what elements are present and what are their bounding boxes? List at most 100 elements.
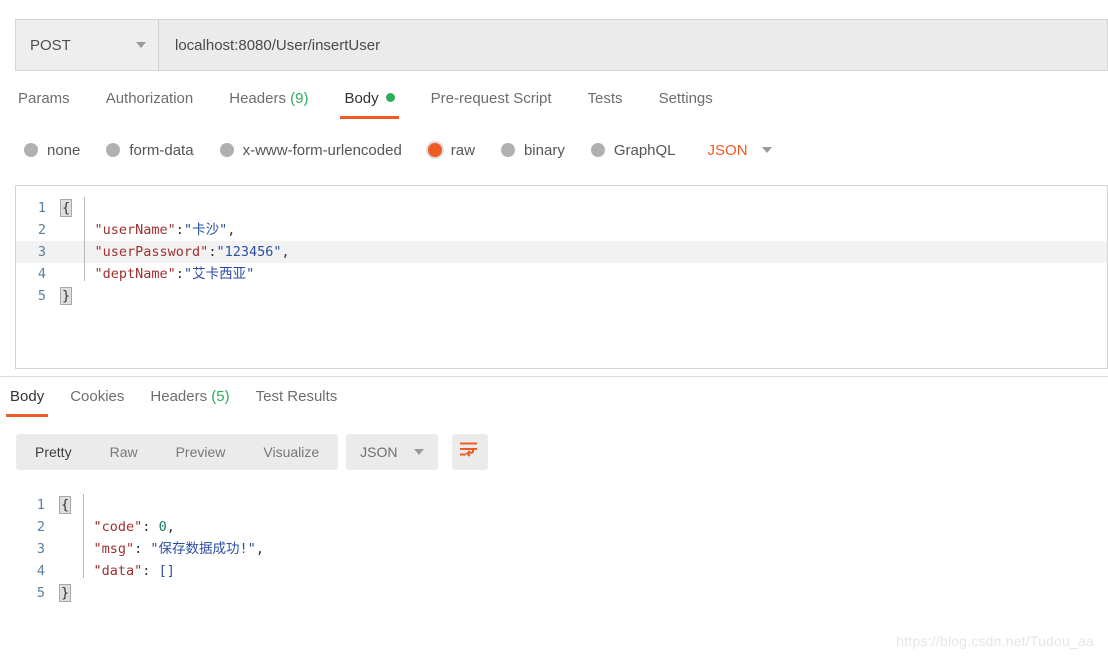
code-token-s: "保存数据成功!": [150, 541, 256, 557]
code-token-p: :: [175, 266, 184, 282]
tab-label: Body: [10, 388, 45, 405]
code-token-p: ,: [166, 519, 175, 535]
radio-unselected-icon[interactable]: [590, 143, 605, 157]
response-view-preview[interactable]: Preview: [157, 434, 245, 470]
code-token-p: :: [134, 541, 151, 557]
line-number: 1: [37, 200, 46, 216]
radio-unselected-icon[interactable]: [106, 143, 121, 157]
code-token-k: "deptName": [94, 266, 176, 282]
body-type-none[interactable]: none: [24, 142, 80, 159]
response-tab-cookies[interactable]: Cookies: [70, 386, 124, 417]
code-line: 1{: [15, 494, 1108, 516]
tab-tests[interactable]: Tests: [588, 88, 623, 119]
code-token-brace: {: [60, 199, 73, 217]
response-tab-body[interactable]: Body: [5, 386, 49, 417]
request-body-editor[interactable]: 1{2 "userName":"卡沙", 3 "userPassword":"12…: [15, 185, 1108, 369]
body-present-indicator-icon: [385, 93, 395, 102]
tab-settings[interactable]: Settings: [659, 88, 713, 119]
tab-count-badge: (5): [207, 388, 230, 405]
code-token-s: []: [158, 563, 175, 579]
body-type-x-www-form-urlencoded[interactable]: x-www-form-urlencoded: [219, 141, 402, 159]
code-token-brace: }: [59, 584, 72, 602]
code-text: {: [60, 197, 73, 219]
code-token-p: [62, 266, 95, 282]
body-type-graphql[interactable]: GraphQL: [590, 142, 676, 159]
code-top-padding: [15, 483, 1108, 494]
code-line: 5}: [16, 285, 1107, 307]
radio-selected-icon[interactable]: [427, 143, 442, 157]
tab-label: Headers: [150, 388, 208, 405]
line-number: 4: [36, 563, 45, 579]
response-tab-headers[interactable]: Headers (5): [150, 386, 229, 417]
code-top-padding: [16, 186, 1107, 197]
code-line: 2 "userName":"卡沙",: [16, 219, 1107, 241]
code-token-p: ,: [255, 541, 264, 557]
response-view-raw[interactable]: Raw: [91, 434, 157, 470]
body-type-row: none form-data x-www-form-urlencoded raw bin…: [0, 134, 1108, 166]
tab-pre-request-script[interactable]: Pre-request Script: [431, 88, 552, 119]
tab-authorization[interactable]: Authorization: [106, 88, 194, 119]
request-url-bar: POST localhost:8080/User/insertUser: [15, 19, 1108, 71]
tab-label: Body: [344, 90, 379, 107]
code-line: 2 "code": 0,: [15, 516, 1108, 538]
response-format-select[interactable]: JSON: [346, 434, 438, 470]
tab-label: Tests: [587, 90, 623, 107]
code-line: 5}: [15, 582, 1108, 604]
response-view-visualize[interactable]: Visualize: [244, 434, 338, 470]
body-type-label: raw: [450, 141, 475, 159]
response-toolbar: Pretty Raw Preview Visualize JSON: [16, 434, 488, 470]
tab-label: Headers: [229, 90, 286, 107]
radio-unselected-icon[interactable]: [500, 143, 515, 157]
url-text: localhost:8080/User/insertUser: [175, 36, 381, 54]
code-token-n: 0: [158, 519, 167, 535]
response-view-pretty[interactable]: Pretty: [16, 434, 91, 470]
code-token-p: [61, 563, 94, 579]
response-view-group: Pretty Raw Preview Visualize: [16, 434, 339, 470]
code-token-p: :: [142, 519, 159, 535]
tab-body[interactable]: Body: [340, 88, 399, 119]
code-line: 1{: [16, 197, 1107, 219]
body-type-label: none: [47, 141, 81, 159]
radio-unselected-icon[interactable]: [219, 143, 234, 157]
body-type-raw[interactable]: raw: [427, 141, 475, 159]
code-line: 3 "msg": "保存数据成功!",: [15, 538, 1108, 560]
code-token-k: "data": [93, 563, 143, 579]
line-number: 3: [37, 244, 46, 260]
code-text: "msg": "保存数据成功!",: [61, 538, 264, 560]
code-token-s: "123456": [216, 244, 282, 260]
code-token-p: [62, 244, 95, 260]
body-type-form-data[interactable]: form-data: [106, 141, 194, 159]
code-text: "code": 0,: [61, 516, 175, 538]
code-token-p: :: [175, 222, 184, 238]
http-method-select[interactable]: POST: [15, 19, 159, 71]
panel-divider: [0, 376, 1108, 377]
request-tab-bar: Params Authorization Headers (9) Body Pre-re…: [0, 88, 1108, 125]
tab-headers[interactable]: Headers (9): [229, 88, 308, 119]
code-token-p: [61, 519, 94, 535]
line-number: 2: [37, 222, 46, 238]
response-tab-test-results[interactable]: Test Results: [256, 386, 338, 417]
tab-label: Test Results: [255, 388, 338, 405]
request-code-area[interactable]: 1{2 "userName":"卡沙", 3 "userPassword":"12…: [16, 186, 1107, 307]
tab-params[interactable]: Params: [18, 88, 70, 119]
response-body-viewer[interactable]: 1{2 "code": 0, 3 "msg": "保存数据成功!", 4 "data…: [15, 483, 1108, 613]
body-type-label: form-data: [129, 141, 194, 159]
tab-label: Authorization: [105, 90, 194, 107]
code-text: }: [59, 582, 72, 604]
radio-unselected-icon[interactable]: [24, 143, 38, 157]
body-type-binary[interactable]: binary: [500, 141, 565, 159]
tab-label: Pre-request Script: [430, 90, 552, 107]
chevron-down-icon: [413, 449, 424, 455]
code-token-p: :: [142, 563, 159, 579]
line-number: 2: [36, 519, 45, 535]
code-text: "data": []: [61, 560, 175, 582]
body-format-select[interactable]: JSON: [708, 142, 772, 159]
code-line: 4 "data": []: [15, 560, 1108, 582]
body-type-label: x-www-form-urlencoded: [242, 141, 402, 159]
line-number: 1: [36, 497, 45, 513]
url-input[interactable]: localhost:8080/User/insertUser: [159, 19, 1108, 71]
code-token-k: "userName": [94, 222, 176, 238]
word-wrap-button[interactable]: [451, 434, 488, 470]
code-text: "userPassword":"123456",: [62, 241, 290, 263]
body-type-label: binary: [523, 141, 565, 159]
